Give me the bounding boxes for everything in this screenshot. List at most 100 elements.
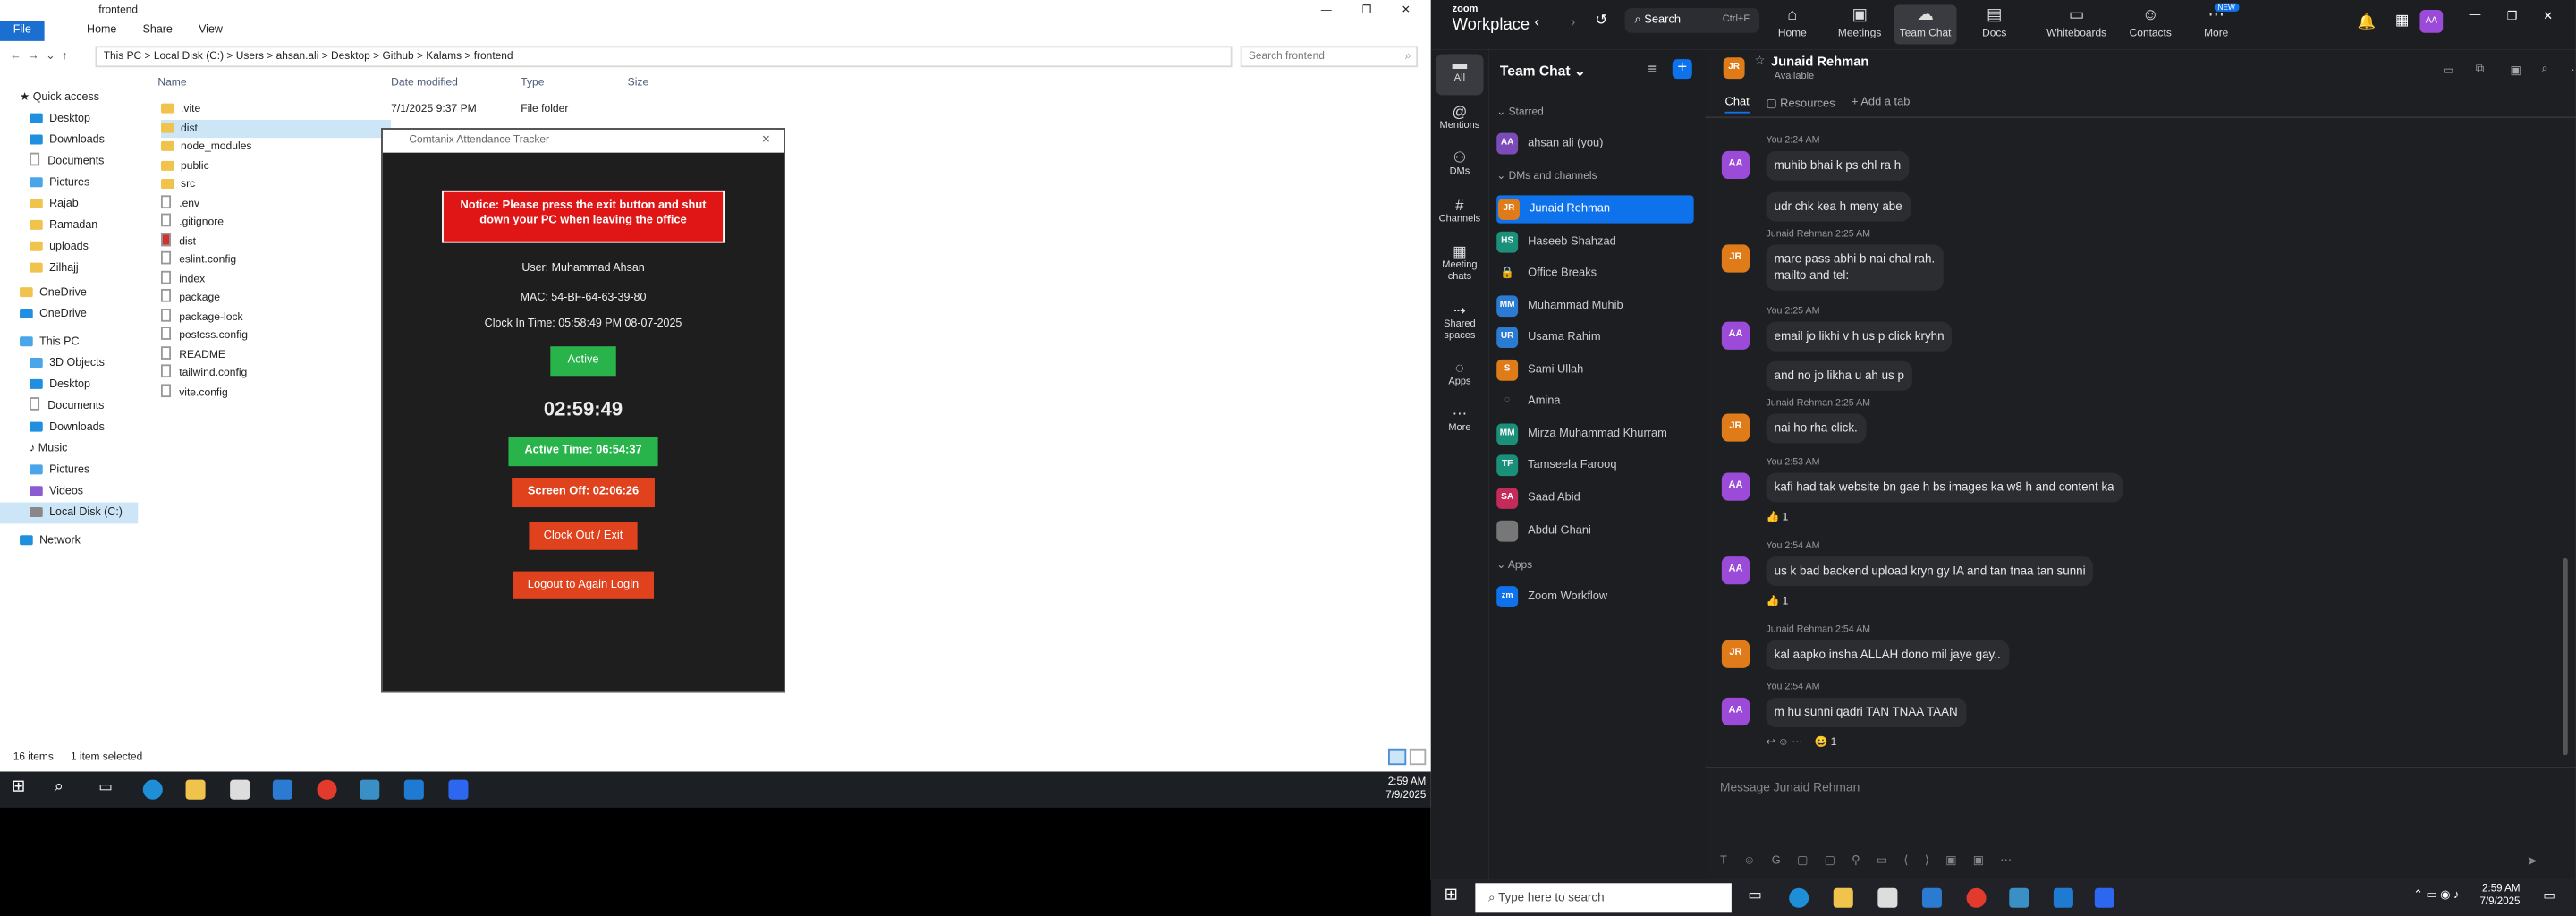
nav-item[interactable]: ♪ Music — [20, 438, 138, 460]
search-input[interactable]: ⌕ Search Ctrl+F — [1624, 8, 1760, 33]
nav-item[interactable]: Desktop — [20, 374, 138, 395]
nav-docs[interactable]: ▤ Docs — [1962, 5, 2027, 40]
dms-header[interactable]: ⌄ DMs and channels — [1496, 163, 1693, 191]
crumb[interactable]: Kalams — [426, 51, 462, 63]
nav-item[interactable]: OneDrive — [20, 303, 138, 325]
filter-icon[interactable]: ≡ — [1648, 61, 1657, 77]
nav-item[interactable]: Pictures — [20, 173, 138, 194]
reaction[interactable]: 👍 1 — [1766, 594, 2093, 607]
starred-header[interactable]: ⌄ Starred — [1496, 98, 1693, 126]
nav-item[interactable]: ★ Quick access — [20, 87, 138, 108]
video-icon[interactable]: ▭ — [2443, 64, 2453, 77]
rail-dms[interactable]: ⚇ DMs — [1431, 148, 1488, 179]
taskbar-search-input[interactable]: ⌕ Type here to search — [1475, 883, 1732, 913]
sidebar-item[interactable]: MM Muhammad Muhib — [1496, 293, 1693, 320]
nav-item[interactable]: Videos — [20, 481, 138, 503]
rail-channels[interactable]: # Channels — [1431, 195, 1488, 226]
task-view-icon[interactable]: ▭ — [1748, 886, 1762, 904]
sidebar-item[interactable]: MM Mirza Muhammad Khurram — [1496, 420, 1693, 448]
nav-item[interactable]: Downloads — [20, 417, 138, 438]
mail-icon[interactable] — [272, 779, 292, 800]
crumb[interactable]: frontend — [474, 51, 513, 63]
tab-add[interactable]: + Add a tab — [1852, 97, 1910, 108]
crumb[interactable]: ahsan.ali — [276, 51, 319, 63]
crumb[interactable]: Github — [382, 51, 413, 63]
avatar[interactable]: AA — [2419, 10, 2444, 33]
task-view-icon[interactable]: ▭ — [98, 778, 113, 796]
crumb[interactable]: Local Disk (C:) — [154, 51, 224, 63]
tab-chat[interactable]: Chat — [1724, 97, 1750, 114]
message-text[interactable]: mailto and tel: — [1775, 267, 1936, 284]
sidebar-item[interactable]: S Sami Ullah — [1496, 356, 1693, 384]
zoom-icon[interactable] — [448, 779, 469, 800]
list-item[interactable]: node_modules — [160, 138, 391, 157]
vscode-icon[interactable] — [2053, 887, 2073, 908]
forward-icon[interactable]: › — [1571, 13, 1576, 30]
windows-start-icon[interactable]: ⊞ — [12, 778, 25, 796]
more-icon[interactable]: ⋯ — [2571, 64, 2576, 77]
sidebar-item[interactable]: HS Haseeb Shahzad — [1496, 228, 1693, 256]
list-item[interactable]: index — [160, 269, 391, 289]
nav-item[interactable]: Documents — [20, 151, 138, 173]
list-item[interactable]: postcss.config — [160, 327, 391, 345]
scrollbar[interactable] — [2563, 557, 2568, 756]
history-icon[interactable]: ↺ — [1595, 12, 1607, 30]
tab-home[interactable]: Home — [87, 25, 116, 37]
bell-icon[interactable]: 🔔 — [2358, 13, 2377, 31]
nav-item[interactable]: This PC — [20, 332, 138, 353]
chat-name[interactable]: Junaid Rehman — [1771, 55, 1868, 70]
details-view-icon[interactable] — [1388, 748, 1407, 766]
minimize-icon[interactable]: — — [717, 130, 728, 153]
list-item[interactable]: public — [160, 157, 391, 175]
col-name[interactable]: Name — [157, 77, 186, 89]
nav-whiteboards[interactable]: ▭ Whiteboards — [2038, 5, 2114, 40]
list-item[interactable]: vite.config — [160, 383, 391, 402]
nav-item[interactable]: Network — [20, 530, 138, 552]
address-bar[interactable]: This PC > Local Disk (C:) > Users > ahsa… — [95, 46, 1233, 68]
apps-header[interactable]: ⌄ Apps — [1496, 552, 1693, 580]
crumb[interactable]: This PC — [104, 51, 141, 63]
app-icon[interactable] — [2009, 887, 2029, 908]
maximize-icon[interactable]: ❐ — [1362, 0, 1372, 21]
rail-shared-spaces[interactable]: ⇢ Shared spaces — [1431, 301, 1488, 344]
mail-icon[interactable] — [1921, 887, 1942, 908]
nav-contacts[interactable]: ☺ Contacts — [2118, 5, 2183, 40]
composer-toolbar[interactable]: T☺G▢▢⚲▭⟨⟩▣▣⋯ — [1720, 853, 2028, 867]
nav-item[interactable]: Pictures — [20, 460, 138, 481]
vscode-icon[interactable] — [403, 779, 424, 800]
reaction[interactable]: 😀 1 — [1814, 737, 1836, 749]
list-item[interactable]: eslint.config — [160, 250, 391, 270]
rail-apps[interactable]: ◌ Apps — [1431, 358, 1488, 389]
minimize-icon[interactable]: — — [2470, 10, 2481, 21]
list-item[interactable]: tailwind.config — [160, 364, 391, 383]
compose-icon[interactable]: + — [1672, 59, 1692, 80]
search-icon[interactable]: ⌕ — [2541, 64, 2547, 78]
star-icon[interactable]: ☆ — [1755, 55, 1766, 67]
file-explorer-icon[interactable] — [185, 779, 206, 800]
reaction[interactable]: 👍 1 — [1766, 511, 2122, 524]
list-item[interactable]: package — [160, 288, 391, 308]
tab-resources[interactable]: ▢ Resources — [1766, 97, 1835, 110]
nav-item[interactable]: 3D Objects — [20, 353, 138, 375]
tray-icons[interactable]: ⌃ ▭ ◉ ♪ — [2413, 888, 2459, 902]
tab-share[interactable]: Share — [143, 25, 173, 37]
nav-meetings[interactable]: ▣ Meetings — [1826, 5, 1892, 40]
nav-team-chat[interactable]: ☁ Team Chat — [1894, 4, 1957, 45]
calendar-icon[interactable]: ▦ — [2395, 12, 2410, 30]
crumb[interactable]: Users — [236, 51, 264, 63]
edge-icon[interactable] — [1789, 887, 1809, 908]
edge-icon[interactable] — [142, 779, 163, 800]
maximize-icon[interactable]: ❐ — [2507, 10, 2518, 23]
rail-more[interactable]: ⋯ More — [1431, 403, 1488, 435]
sidebar-item[interactable]: SA Saad Abid — [1496, 484, 1693, 512]
sidebar-item-starred[interactable]: AA ahsan ali (you) — [1496, 130, 1693, 157]
close-icon[interactable]: ✕ — [1402, 0, 1411, 21]
col-size[interactable]: Size — [628, 77, 649, 89]
logout-button[interactable]: Logout to Again Login — [513, 571, 655, 599]
message-actions[interactable]: ↩ ☺ ⋯ 😀 1 — [1766, 735, 1965, 749]
store-icon[interactable] — [230, 779, 250, 800]
list-item[interactable]: dist — [160, 232, 391, 251]
list-item[interactable]: .gitignore — [160, 213, 391, 233]
clock-out-button[interactable]: Clock Out / Exit — [529, 522, 638, 550]
minimize-icon[interactable]: — — [1321, 0, 1332, 21]
